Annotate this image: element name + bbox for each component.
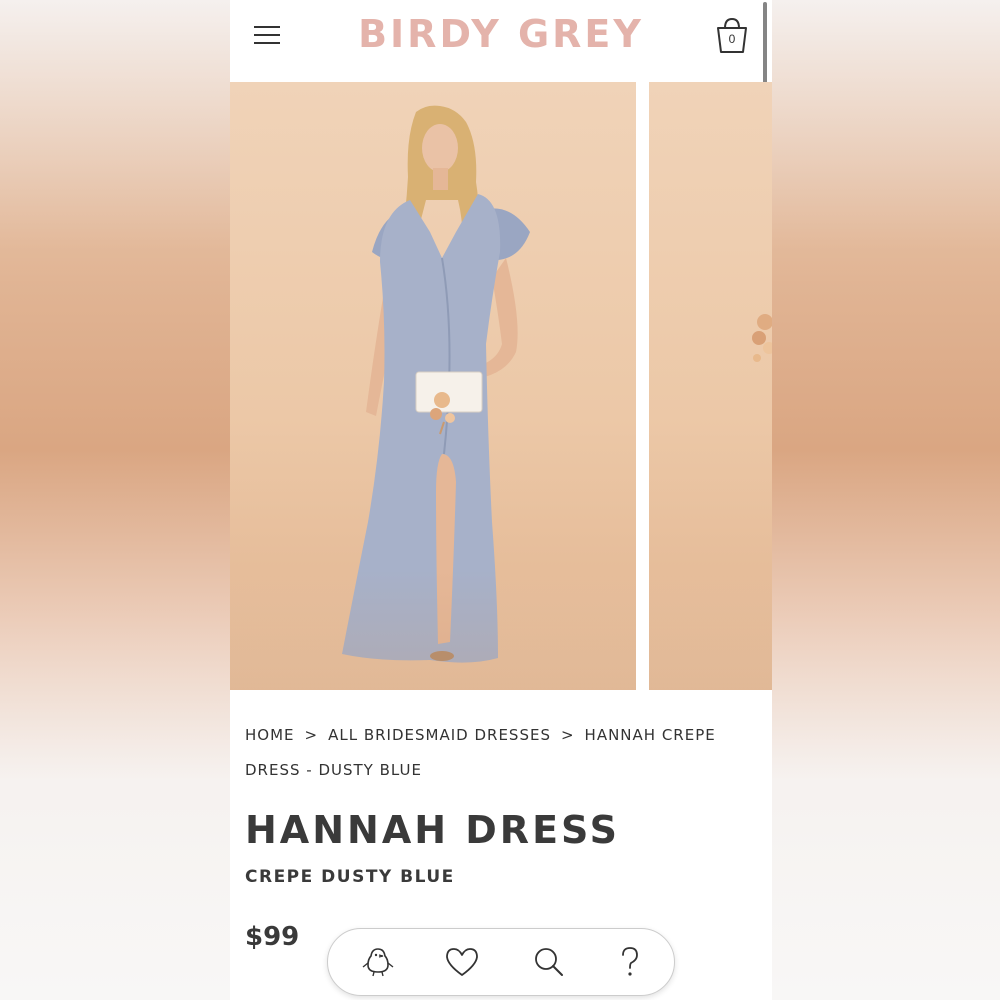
bird-icon[interactable] xyxy=(360,945,396,979)
product-variant: CREPE DUSTY BLUE xyxy=(245,867,455,887)
product-image-carousel[interactable] xyxy=(230,82,772,690)
background-blur-left xyxy=(0,0,230,1000)
product-page: BIRDY GREY 0 HOME > ALL BRIDESMAID DRESS… xyxy=(230,0,772,1000)
breadcrumb-category[interactable]: ALL BRIDESMAID DRESSES xyxy=(328,726,551,744)
product-title: HANNAH DRESS xyxy=(245,808,621,852)
breadcrumb-separator: > xyxy=(560,726,575,744)
breadcrumb: HOME > ALL BRIDESMAID DRESSES > HANNAH CREPE… xyxy=(245,718,745,788)
bottom-action-bar xyxy=(327,928,675,996)
help-question-icon[interactable] xyxy=(612,945,648,979)
shopping-bag-icon[interactable]: 0 xyxy=(714,16,750,56)
product-price: $99 xyxy=(245,922,300,952)
breadcrumb-separator: > xyxy=(304,726,319,744)
site-header: BIRDY GREY 0 xyxy=(230,0,772,162)
background-blur-right xyxy=(772,0,1000,1000)
studio-floor-shade xyxy=(649,570,772,690)
brand-logo[interactable]: BIRDY GREY xyxy=(230,12,772,56)
search-icon[interactable] xyxy=(531,945,567,979)
cart-count-badge: 0 xyxy=(728,32,736,46)
studio-floor-shade xyxy=(230,570,636,690)
breadcrumb-home[interactable]: HOME xyxy=(245,726,295,744)
heart-icon[interactable] xyxy=(444,945,480,979)
product-image-next[interactable] xyxy=(649,82,772,690)
product-image-main[interactable] xyxy=(230,82,636,690)
